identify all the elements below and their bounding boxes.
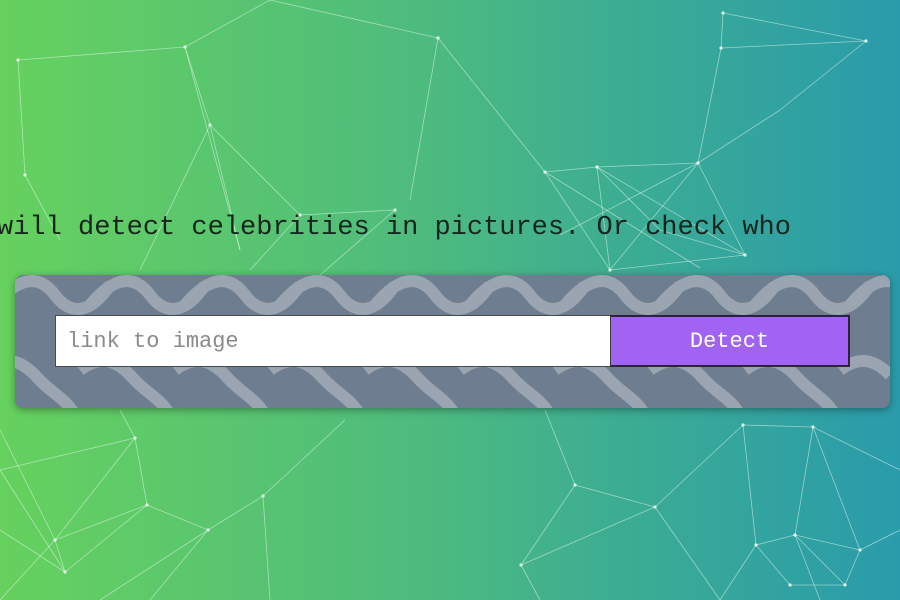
search-form: Detect: [55, 315, 850, 367]
hero-tagline: will detect celebrities in pictures. Or …: [0, 208, 900, 248]
image-link-input[interactable]: [55, 315, 610, 367]
detect-panel: Detect: [15, 275, 890, 408]
detect-button[interactable]: Detect: [610, 315, 850, 367]
hero-tagline-text: will detect celebrities in pictures. Or …: [0, 213, 791, 243]
